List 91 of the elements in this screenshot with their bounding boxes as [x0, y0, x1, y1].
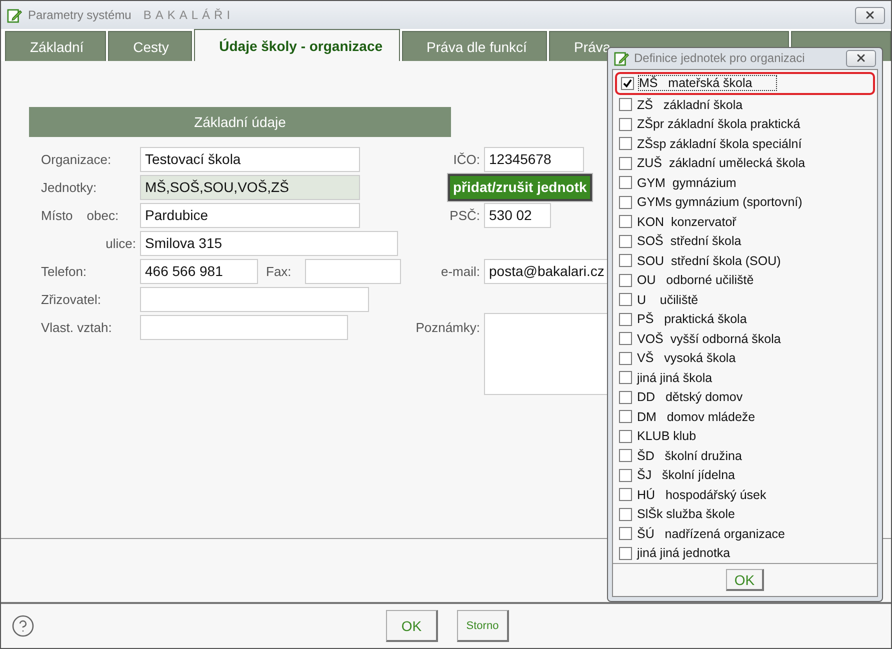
- checkbox[interactable]: [619, 332, 632, 346]
- input-field[interactable]: 12345678: [484, 146, 584, 172]
- checkbox[interactable]: [619, 176, 632, 190]
- input-field[interactable]: [305, 258, 402, 284]
- field-label: Vlast. vztah:: [41, 320, 112, 334]
- unit-label: GYM gymnázium: [637, 176, 736, 190]
- unit-label: KLUB klub: [637, 429, 696, 444]
- unit-label: ŠÚ nadřízená organizace: [637, 526, 786, 541]
- field-label: PSČ:: [450, 208, 480, 222]
- checkbox[interactable]: [619, 274, 632, 287]
- unit-label: ZUŠ základní umělecká škola: [637, 156, 806, 170]
- unit-label: ŠD školní družina: [637, 448, 742, 463]
- field-label: Zřizovatel:: [41, 292, 101, 306]
- checkbox[interactable]: [619, 488, 632, 502]
- unit-label: U učiliště: [637, 292, 698, 307]
- checkbox[interactable]: [619, 410, 632, 424]
- field-label: Organizace:: [41, 152, 112, 166]
- brand-name: BAKALÁŘI: [143, 8, 234, 22]
- help-icon[interactable]: [11, 614, 35, 638]
- checkbox[interactable]: [619, 293, 632, 306]
- input-field[interactable]: 466 566 981: [140, 258, 258, 284]
- field-label: Fax:: [266, 264, 292, 278]
- input-field[interactable]: [140, 314, 348, 340]
- checkbox[interactable]: [619, 254, 632, 268]
- field-label: e-mail:: [440, 264, 480, 278]
- unit-label: VOŠ vyšší odborná škola: [637, 332, 781, 346]
- checkbox[interactable]: [619, 468, 632, 482]
- input-field[interactable]: 530 02: [484, 202, 551, 228]
- notepad-pencil-icon: [614, 50, 629, 66]
- field-label: Jednotky:: [41, 180, 97, 194]
- close-button[interactable]: [855, 6, 885, 24]
- checkbox[interactable]: [619, 118, 632, 131]
- field-label: ulice:: [106, 236, 136, 250]
- unit-label: DM domov mládeže: [637, 410, 756, 424]
- checkbox[interactable]: [619, 371, 632, 384]
- readonly-field[interactable]: MŠ,SOŠ,SOU,VOŠ,ZŠ: [140, 174, 360, 200]
- ok-button[interactable]: OK: [386, 610, 438, 642]
- unit-label: ZŠ základní škola: [637, 98, 743, 112]
- unit-label: GYMs gymnázium (sportovní): [637, 195, 802, 210]
- field-label: IČO:: [453, 152, 480, 166]
- unit-label: DD dětský domov: [637, 390, 743, 404]
- unit-label: MŠ mateřská škola: [639, 76, 776, 90]
- unit-label: jiná jiná jednotka: [637, 546, 730, 560]
- field-label: obec:: [86, 208, 119, 222]
- unit-label: ZŠpr základní škola praktická: [637, 117, 800, 132]
- checkbox[interactable]: [619, 508, 632, 521]
- unit-label: VŠ vysoká škola: [637, 351, 736, 366]
- close-icon: [855, 52, 867, 64]
- input-field[interactable]: Testovací škola: [140, 146, 360, 172]
- checkbox[interactable]: [619, 312, 632, 326]
- unit-label: PŠ praktická škola: [637, 312, 747, 326]
- unit-label: SOU střední škola (SOU): [637, 254, 781, 268]
- checkbox[interactable]: [619, 215, 632, 228]
- close-icon: [864, 9, 876, 21]
- notepad-pencil-icon: [7, 8, 22, 22]
- unit-label: KON konzervatoř: [637, 214, 736, 229]
- section-header: Základní údaje: [29, 107, 451, 137]
- field-label: Poznámky:: [416, 320, 480, 334]
- checkbox[interactable]: [619, 527, 632, 540]
- field-label: Místo: [41, 208, 73, 222]
- unit-label: ŠJ školní jídelna: [637, 468, 735, 482]
- checkbox[interactable]: [619, 234, 632, 248]
- input-field[interactable]: Smilova 315: [140, 230, 398, 256]
- tab[interactable]: Práva dle funkcí: [402, 31, 547, 61]
- checkbox[interactable]: [619, 137, 632, 150]
- checkbox[interactable]: [619, 156, 632, 170]
- checkbox[interactable]: [621, 76, 634, 90]
- tab[interactable]: Základní: [5, 31, 106, 61]
- checkbox[interactable]: [619, 430, 632, 443]
- unit-label: ZŠsp základní škola speciální: [637, 136, 802, 151]
- tab[interactable]: Údaje školy - organizace: [194, 29, 400, 61]
- field-label: Telefon:: [41, 264, 87, 278]
- checkbox[interactable]: [619, 546, 632, 560]
- unit-label: SOŠ střední škola: [637, 234, 742, 248]
- checkbox[interactable]: [619, 98, 632, 112]
- tab[interactable]: Cesty: [108, 31, 192, 61]
- input-field[interactable]: Pardubice: [140, 202, 360, 228]
- cancel-button[interactable]: Storno: [457, 610, 509, 642]
- ok-button[interactable]: OK: [726, 569, 764, 591]
- checkbox[interactable]: [619, 352, 632, 365]
- checkbox[interactable]: [619, 196, 632, 209]
- checkbox[interactable]: [619, 390, 632, 404]
- unit-label: OU odborné učiliště: [637, 273, 754, 288]
- window-title: Parametry systému: [28, 8, 132, 22]
- unit-label: HÚ hospodářský úsek: [637, 488, 766, 502]
- add-remove-units-button[interactable]: přidat/zrušit jednotk: [448, 174, 592, 200]
- unit-label: SlŠk služba škole: [637, 507, 735, 522]
- input-field[interactable]: [140, 286, 369, 312]
- close-button[interactable]: [846, 50, 876, 67]
- unit-label: jiná jiná škola: [637, 370, 712, 385]
- checkbox[interactable]: [619, 449, 632, 462]
